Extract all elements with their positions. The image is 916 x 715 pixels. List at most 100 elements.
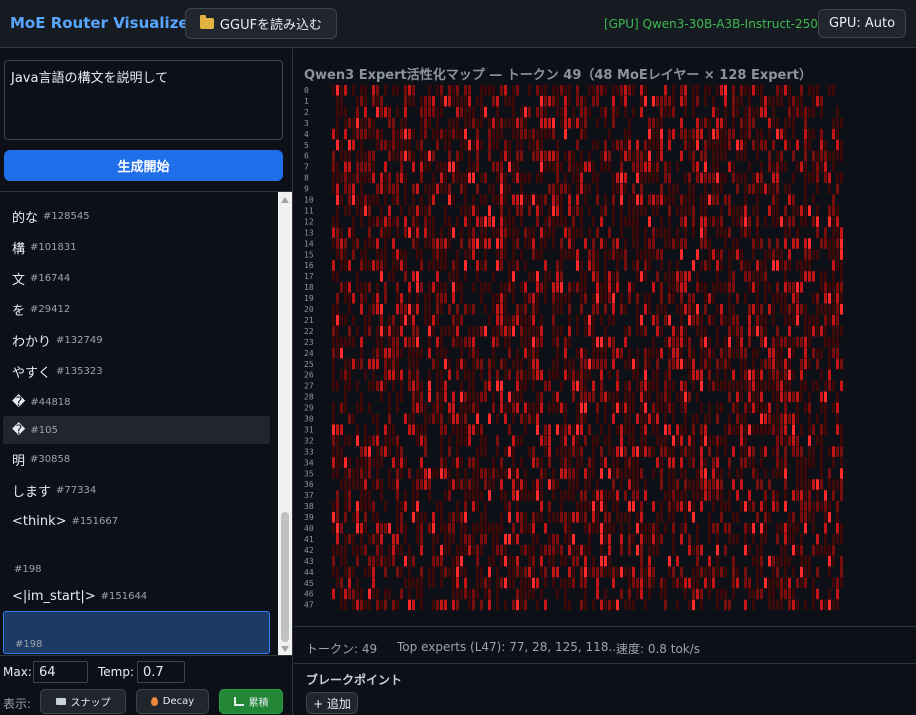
expert-cell xyxy=(696,304,699,315)
expert-cell xyxy=(648,117,651,129)
decay-view-button[interactable]: Decay xyxy=(136,689,209,714)
token-item[interactable]: 構 #101831 xyxy=(3,233,270,261)
expert-cell xyxy=(820,369,823,381)
expert-cell xyxy=(540,566,543,578)
token-item[interactable]: � #44818 xyxy=(3,388,270,416)
token-item[interactable]: 的な #128545 xyxy=(3,202,270,230)
load-gguf-button[interactable]: GGUFを読み込む xyxy=(185,8,337,39)
expert-cell xyxy=(464,479,467,490)
expert-cell xyxy=(500,172,503,184)
expert-cell xyxy=(412,577,415,589)
expert-cell xyxy=(492,271,495,282)
expert-cell xyxy=(560,325,563,337)
expert-cell xyxy=(564,424,567,435)
expert-cell xyxy=(404,194,407,205)
token-item[interactable]: やすく #135323 xyxy=(3,357,270,385)
expert-cell xyxy=(608,544,611,556)
token-item[interactable]: を #29412 xyxy=(3,295,270,323)
expert-cell xyxy=(344,128,347,140)
expert-cell xyxy=(528,523,531,534)
expert-cell xyxy=(496,161,499,173)
layer-label: 6 xyxy=(304,152,309,161)
token-item[interactable]: わかり #132749 xyxy=(3,326,270,354)
temperature-input[interactable] xyxy=(137,661,185,683)
expert-cell xyxy=(372,150,375,162)
token-item[interactable]: � #105 xyxy=(3,416,270,444)
snapshot-view-button[interactable]: スナップ xyxy=(40,689,126,714)
expert-cell xyxy=(796,490,799,501)
expert-cell xyxy=(516,85,519,96)
token-item-active[interactable]: #198 xyxy=(3,611,270,654)
expert-cell xyxy=(608,271,611,282)
expert-cell xyxy=(652,139,655,151)
expert-cell xyxy=(500,314,503,326)
expert-cell xyxy=(396,479,399,490)
expert-cell xyxy=(520,205,523,216)
expert-cell xyxy=(460,172,463,184)
expert-cell xyxy=(636,216,639,227)
token-id: #77334 xyxy=(56,484,97,496)
expert-cell xyxy=(780,577,783,589)
scroll-up-arrow-icon[interactable] xyxy=(281,197,289,203)
token-item[interactable]: #198 xyxy=(3,544,270,578)
expert-cell xyxy=(588,325,591,337)
add-breakpoint-button[interactable]: + 追加 xyxy=(306,692,358,714)
expert-cell xyxy=(568,304,571,315)
expert-cell xyxy=(624,402,627,414)
expert-cell xyxy=(528,314,531,326)
expert-cell xyxy=(336,314,339,326)
token-list-scrollbar[interactable] xyxy=(278,192,292,655)
expert-cell xyxy=(344,150,347,162)
expert-cell xyxy=(428,325,431,337)
scroll-thumb[interactable] xyxy=(281,512,289,642)
prompt-input[interactable]: Java言語の構文を説明して xyxy=(4,60,283,140)
expert-cell xyxy=(392,457,395,468)
expert-cell xyxy=(356,380,359,392)
expert-cell xyxy=(484,227,487,238)
token-item[interactable]: 文 #16744 xyxy=(3,264,270,292)
expert-heatmap[interactable]: 0123456789101112131415161718192021222324… xyxy=(302,85,902,615)
expert-cell xyxy=(776,293,779,304)
expert-cell xyxy=(684,446,687,457)
expert-cell xyxy=(388,544,391,556)
expert-cell xyxy=(716,282,719,293)
expert-cell xyxy=(664,227,667,238)
token-item[interactable]: します #77334 xyxy=(3,476,270,504)
expert-cell xyxy=(504,599,507,611)
expert-cell xyxy=(432,402,435,414)
max-tokens-input[interactable] xyxy=(33,661,88,683)
expert-cell xyxy=(400,457,403,468)
expert-cell xyxy=(784,282,787,293)
expert-cell xyxy=(640,544,643,556)
expert-cell xyxy=(336,117,339,129)
expert-cell xyxy=(716,216,719,227)
expert-cell xyxy=(588,249,591,260)
expert-cell xyxy=(720,501,723,512)
expert-cell xyxy=(676,479,679,490)
cumulative-view-button[interactable]: 累積 xyxy=(219,689,283,714)
expert-cell xyxy=(476,347,479,359)
expert-cell xyxy=(664,523,667,534)
expert-cell xyxy=(416,238,419,249)
expert-cell xyxy=(376,304,379,315)
token-item[interactable]: <think> #151667 xyxy=(3,507,270,535)
gpu-mode-button[interactable]: GPU: Auto xyxy=(818,9,906,38)
expert-cell xyxy=(804,314,807,326)
expert-cell xyxy=(332,588,335,600)
expert-cell xyxy=(660,501,663,512)
expert-cell xyxy=(416,369,419,381)
token-item[interactable]: 明 #30858 xyxy=(3,445,270,473)
expert-cell xyxy=(540,544,543,556)
expert-cell xyxy=(488,150,491,162)
generate-button[interactable]: 生成開始 xyxy=(4,150,283,181)
expert-cell xyxy=(604,282,607,293)
token-item[interactable]: <|im_start|> #151644 xyxy=(3,582,270,610)
expert-cell xyxy=(496,577,499,589)
expert-cell xyxy=(468,172,471,184)
scroll-down-arrow-icon[interactable] xyxy=(281,646,289,652)
expert-cell xyxy=(708,293,711,304)
expert-cell xyxy=(488,205,491,216)
expert-cell xyxy=(704,85,707,96)
expert-cell xyxy=(464,358,467,370)
expert-cell xyxy=(376,533,379,545)
